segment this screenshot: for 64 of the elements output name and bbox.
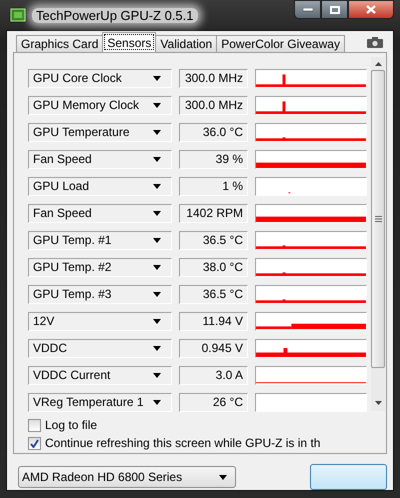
scroll-down-icon	[374, 401, 382, 405]
sensor-value: 36.5 °C	[179, 285, 248, 304]
dropdown-arrow-icon	[153, 211, 161, 216]
sensor-value: 36.5 °C	[179, 231, 248, 250]
sensor-selector[interactable]: 12V	[28, 312, 172, 331]
dropdown-arrow-icon	[153, 238, 161, 243]
close-icon	[366, 5, 376, 14]
check-icon	[30, 438, 39, 448]
sensor-value: 3.0 A	[179, 366, 248, 385]
sensor-selector[interactable]: GPU Temp. #3	[28, 285, 172, 304]
dropdown-arrow-icon	[153, 265, 161, 270]
tab[interactable]: Validation	[155, 35, 218, 52]
grip-icon	[374, 216, 382, 222]
sensor-selector[interactable]: GPU Memory Clock	[28, 96, 172, 115]
tab[interactable]: Graphics Card	[16, 35, 104, 52]
checkbox-label: Log to file	[45, 418, 98, 432]
sensor-selector[interactable]: GPU Load	[28, 177, 172, 196]
minimize-icon	[302, 8, 312, 12]
dropdown-arrow-icon	[153, 373, 161, 378]
dropdown-arrow-icon	[153, 346, 161, 351]
maximize-button[interactable]	[321, 0, 348, 19]
dropdown-arrow-icon	[153, 319, 161, 324]
close-button[interactable]	[348, 0, 394, 19]
sensor-value: 1 %	[179, 177, 248, 196]
sensor-selector[interactable]: Fan Speed	[28, 204, 172, 223]
sensor-value: 300.0 MHz	[179, 96, 248, 115]
dropdown-arrow-icon	[153, 184, 161, 189]
maximize-icon	[330, 6, 340, 14]
device-selector[interactable]: AMD Radeon HD 6800 Series	[18, 466, 236, 488]
tab[interactable]: Sensors	[102, 32, 156, 52]
dropdown-arrow-icon	[153, 400, 161, 405]
sensor-selector[interactable]: GPU Core Clock	[28, 69, 172, 88]
app-icon	[10, 7, 26, 23]
sensor-selector[interactable]: VDDC Current	[28, 366, 172, 385]
sensor-selector[interactable]: VReg Temperature 1	[28, 393, 172, 412]
dropdown-arrow-icon	[153, 292, 161, 297]
sensor-value: 39 %	[179, 150, 248, 169]
dropdown-arrow-icon	[153, 157, 161, 162]
checkbox[interactable]	[28, 436, 41, 450]
scroll-up-icon	[374, 62, 382, 66]
sensor-value: 11.94 V	[179, 312, 248, 331]
sensor-value: 0.945 V	[179, 339, 248, 358]
scrollbar[interactable]	[371, 57, 385, 411]
sensor-selector[interactable]: GPU Temp. #1	[28, 231, 172, 250]
dropdown-arrow-icon	[219, 474, 227, 480]
sensor-value: 300.0 MHz	[179, 69, 248, 88]
sensor-selector[interactable]: GPU Temperature	[28, 123, 172, 142]
dropdown-arrow-icon	[153, 103, 161, 108]
dropdown-arrow-icon	[153, 76, 161, 81]
sensor-value: 1402 RPM	[179, 204, 248, 223]
minimize-button[interactable]	[294, 0, 321, 19]
checkbox-label: Continue refreshing this screen while GPU-Z is in th	[45, 436, 320, 450]
dropdown-arrow-icon	[153, 130, 161, 135]
sensor-selector[interactable]: GPU Temp. #2	[28, 258, 172, 277]
sensor-selector[interactable]: VDDC	[28, 339, 172, 358]
sensor-value: 36.0 °C	[179, 123, 248, 142]
sensor-selector[interactable]: Fan Speed	[28, 150, 172, 169]
dialog-button[interactable]	[310, 464, 387, 490]
checkbox[interactable]	[28, 418, 41, 432]
sensor-value: 26 °C	[179, 393, 248, 412]
tab[interactable]: PowerColor Giveaway	[216, 35, 345, 52]
window-title: TechPowerUp GPU-Z 0.5.1	[32, 8, 198, 22]
sensor-value: 38.0 °C	[179, 258, 248, 277]
camera-icon[interactable]	[367, 37, 383, 48]
